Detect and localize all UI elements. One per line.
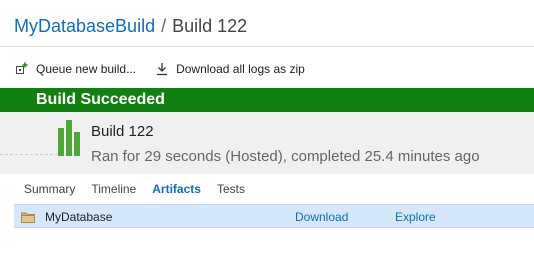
folder-icon bbox=[21, 210, 35, 228]
tab-artifacts[interactable]: Artifacts bbox=[152, 182, 201, 198]
build-status-banner: Build Succeeded bbox=[0, 88, 534, 112]
build-chart-bar bbox=[66, 120, 72, 156]
build-title: Build 122 bbox=[91, 123, 154, 140]
download-all-logs-label: Download all logs as zip bbox=[176, 62, 305, 76]
breadcrumb-current: Build 122 bbox=[172, 16, 248, 36]
build-chart-bar bbox=[74, 132, 80, 156]
artifact-row[interactable]: MyDatabase Download Explore bbox=[14, 204, 534, 228]
breadcrumb: MyDatabaseBuild / Build 122 bbox=[14, 15, 247, 37]
build-chart-icon bbox=[58, 120, 82, 156]
download-all-logs-button[interactable]: Download all logs as zip bbox=[154, 61, 305, 77]
tab-tests[interactable]: Tests bbox=[217, 182, 245, 198]
queue-build-icon bbox=[14, 61, 30, 77]
artifact-name: MyDatabase bbox=[45, 210, 113, 224]
breadcrumb-separator: / bbox=[161, 16, 167, 36]
build-chart-bar bbox=[58, 128, 64, 156]
queue-new-build-label: Queue new build... bbox=[36, 62, 137, 76]
artifact-explore-link[interactable]: Explore bbox=[395, 210, 436, 224]
build-tabs: Summary Timeline Artifacts Tests bbox=[24, 182, 245, 198]
build-description: Ran for 29 seconds (Hosted), completed 2… bbox=[91, 148, 480, 165]
artifact-download-link[interactable]: Download bbox=[295, 210, 348, 224]
build-summary-panel: Build 122 Ran for 29 seconds (Hosted), c… bbox=[0, 112, 534, 174]
breadcrumb-definition-link[interactable]: MyDatabaseBuild bbox=[14, 16, 155, 36]
toolbar: Queue new build... Download all logs as … bbox=[14, 60, 305, 78]
download-icon bbox=[154, 61, 170, 77]
tab-summary[interactable]: Summary bbox=[24, 182, 75, 198]
tab-timeline[interactable]: Timeline bbox=[91, 182, 136, 198]
queue-new-build-button[interactable]: Queue new build... bbox=[14, 61, 136, 77]
header-divider bbox=[0, 46, 534, 47]
